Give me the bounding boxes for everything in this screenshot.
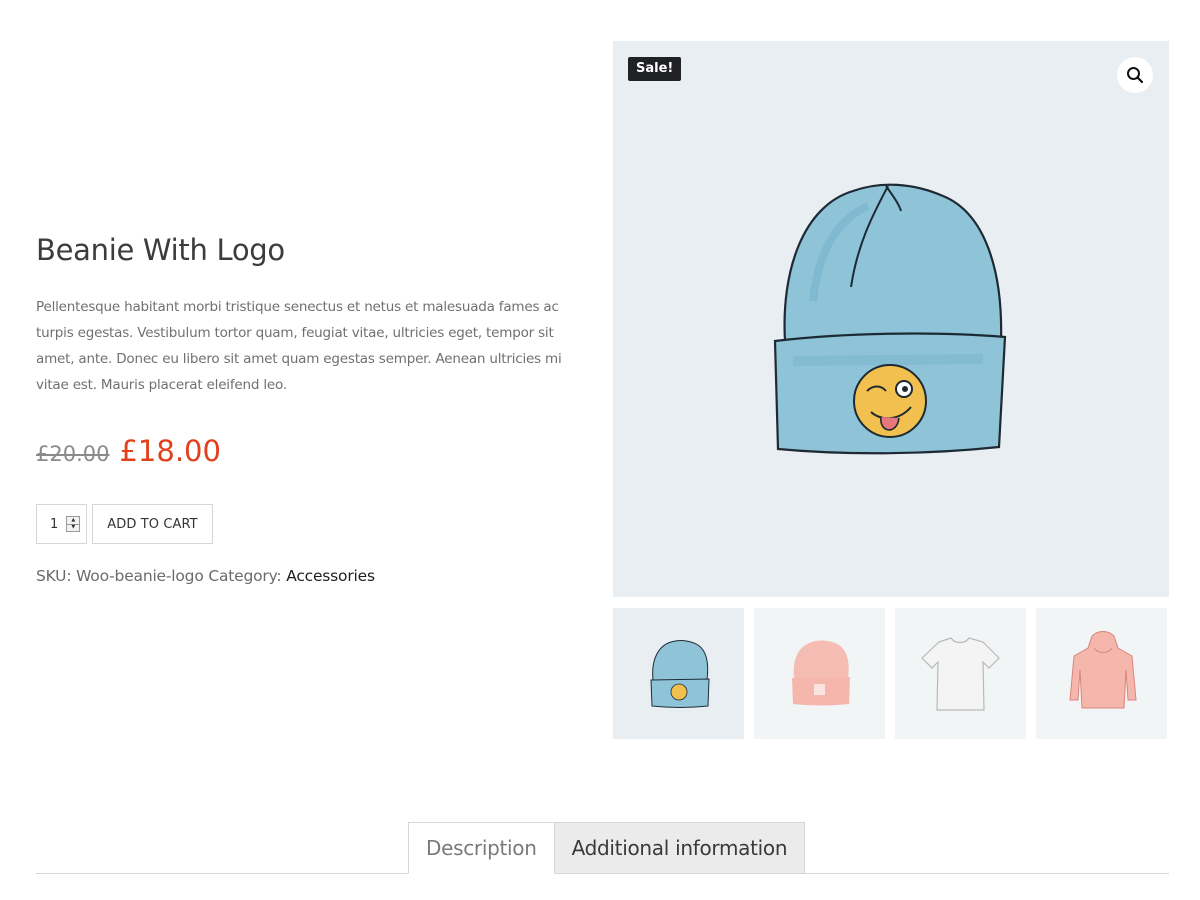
price: £20.00 £18.00: [36, 434, 221, 468]
regular-price: £20.00: [36, 442, 110, 466]
thumbnail-pink-hoodie[interactable]: [1036, 608, 1167, 739]
beanie-image: [773, 183, 1007, 455]
thumbnail-blue-beanie[interactable]: [613, 608, 744, 739]
sale-price: £18.00: [119, 434, 221, 468]
quantity-input[interactable]: 1 ▲ ▼: [36, 504, 87, 544]
gallery-thumbnails: [613, 608, 1167, 739]
product-summary: Beanie With Logo Pellentesque habitant m…: [36, 230, 586, 585]
sku-value: Woo-beanie-logo: [76, 567, 204, 585]
tab-additional-information[interactable]: Additional information: [554, 822, 806, 874]
category-label: Category:: [208, 567, 282, 585]
add-to-cart-form: 1 ▲ ▼ ADD TO CART: [36, 504, 213, 544]
stepper-down-icon[interactable]: ▼: [67, 523, 80, 532]
white-tshirt-thumbnail-image: [921, 637, 1000, 711]
tab-description[interactable]: Description: [408, 822, 555, 874]
product-page: Beanie With Logo Pellentesque habitant m…: [0, 0, 1200, 900]
product-title: Beanie With Logo: [36, 233, 285, 267]
blue-beanie-thumbnail-image: [650, 640, 710, 708]
thumbnail-pink-beanie[interactable]: [754, 608, 885, 739]
pink-hoodie-thumbnail-image: [1069, 631, 1137, 709]
quantity-stepper[interactable]: ▲ ▼: [66, 516, 81, 532]
product-tabs: Description Additional information: [408, 822, 806, 874]
product-meta: SKU: Woo-beanie-logo Category: Accessori…: [36, 567, 375, 585]
pink-beanie-thumbnail-image: [792, 640, 850, 706]
category-link[interactable]: Accessories: [286, 567, 375, 585]
main-product-image[interactable]: Sale!: [613, 41, 1169, 597]
quantity-value: 1: [50, 516, 59, 532]
product-short-description: Pellentesque habitant morbi tristique se…: [36, 299, 562, 393]
sku-label: SKU:: [36, 567, 72, 585]
add-to-cart-button[interactable]: ADD TO CART: [92, 504, 213, 544]
thumbnail-white-tshirt[interactable]: [895, 608, 1026, 739]
